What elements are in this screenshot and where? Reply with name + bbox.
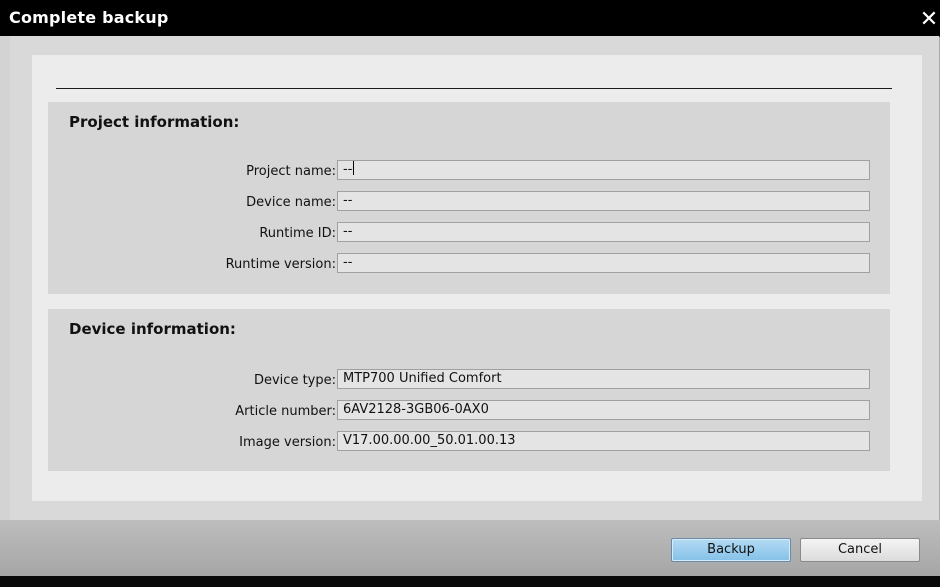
dialog-content: Project information: Project name: -- De… bbox=[10, 36, 939, 520]
project-name-field[interactable]: -- bbox=[337, 160, 870, 180]
article-number-label: Article number: bbox=[235, 404, 336, 419]
backup-button[interactable]: Backup bbox=[671, 538, 791, 562]
image-version-field[interactable]: V17.00.00.00_50.01.00.13 bbox=[337, 431, 870, 451]
cancel-button[interactable]: Cancel bbox=[800, 538, 920, 562]
device-type-field[interactable]: MTP700 Unified Comfort bbox=[337, 369, 870, 389]
separator-line bbox=[56, 88, 892, 89]
device-name-row: Device name: -- bbox=[48, 191, 890, 215]
project-name-row: Project name: -- bbox=[48, 160, 890, 184]
runtime-id-field[interactable]: -- bbox=[337, 222, 870, 242]
device-type-row: Device type: MTP700 Unified Comfort bbox=[48, 369, 890, 393]
runtime-version-row: Runtime version: -- bbox=[48, 253, 890, 277]
runtime-version-field[interactable]: -- bbox=[337, 253, 870, 273]
project-information-section: Project information: Project name: -- De… bbox=[48, 102, 890, 294]
image-version-label: Image version: bbox=[239, 435, 336, 450]
image-version-row: Image version: V17.00.00.00_50.01.00.13 bbox=[48, 431, 890, 455]
project-name-value: -- bbox=[343, 162, 353, 177]
title-bar[interactable]: Complete backup ✕ bbox=[0, 0, 940, 37]
dialog-left-edge bbox=[0, 36, 10, 520]
project-information-title: Project information: bbox=[69, 113, 240, 131]
device-name-label: Device name: bbox=[246, 195, 336, 210]
device-information-section: Device information: Device type: MTP700 … bbox=[48, 309, 890, 471]
bottom-edge bbox=[0, 576, 940, 587]
runtime-version-label: Runtime version: bbox=[225, 257, 336, 272]
runtime-id-row: Runtime ID: -- bbox=[48, 222, 890, 246]
device-information-title: Device information: bbox=[69, 320, 236, 338]
dialog-footer: Backup Cancel bbox=[0, 520, 940, 576]
close-icon[interactable]: ✕ bbox=[918, 6, 940, 34]
article-number-row: Article number: 6AV2128-3GB06-0AX0 bbox=[48, 400, 890, 424]
inner-panel: Project information: Project name: -- De… bbox=[32, 55, 922, 501]
complete-backup-dialog: Complete backup ✕ Project information: P… bbox=[0, 0, 940, 587]
article-number-field[interactable]: 6AV2128-3GB06-0AX0 bbox=[337, 400, 870, 420]
device-type-label: Device type: bbox=[253, 373, 336, 388]
runtime-id-label: Runtime ID: bbox=[259, 226, 336, 241]
dialog-title: Complete backup bbox=[9, 8, 169, 27]
text-cursor bbox=[353, 161, 355, 175]
device-name-field[interactable]: -- bbox=[337, 191, 870, 211]
project-name-label: Project name: bbox=[246, 164, 336, 179]
